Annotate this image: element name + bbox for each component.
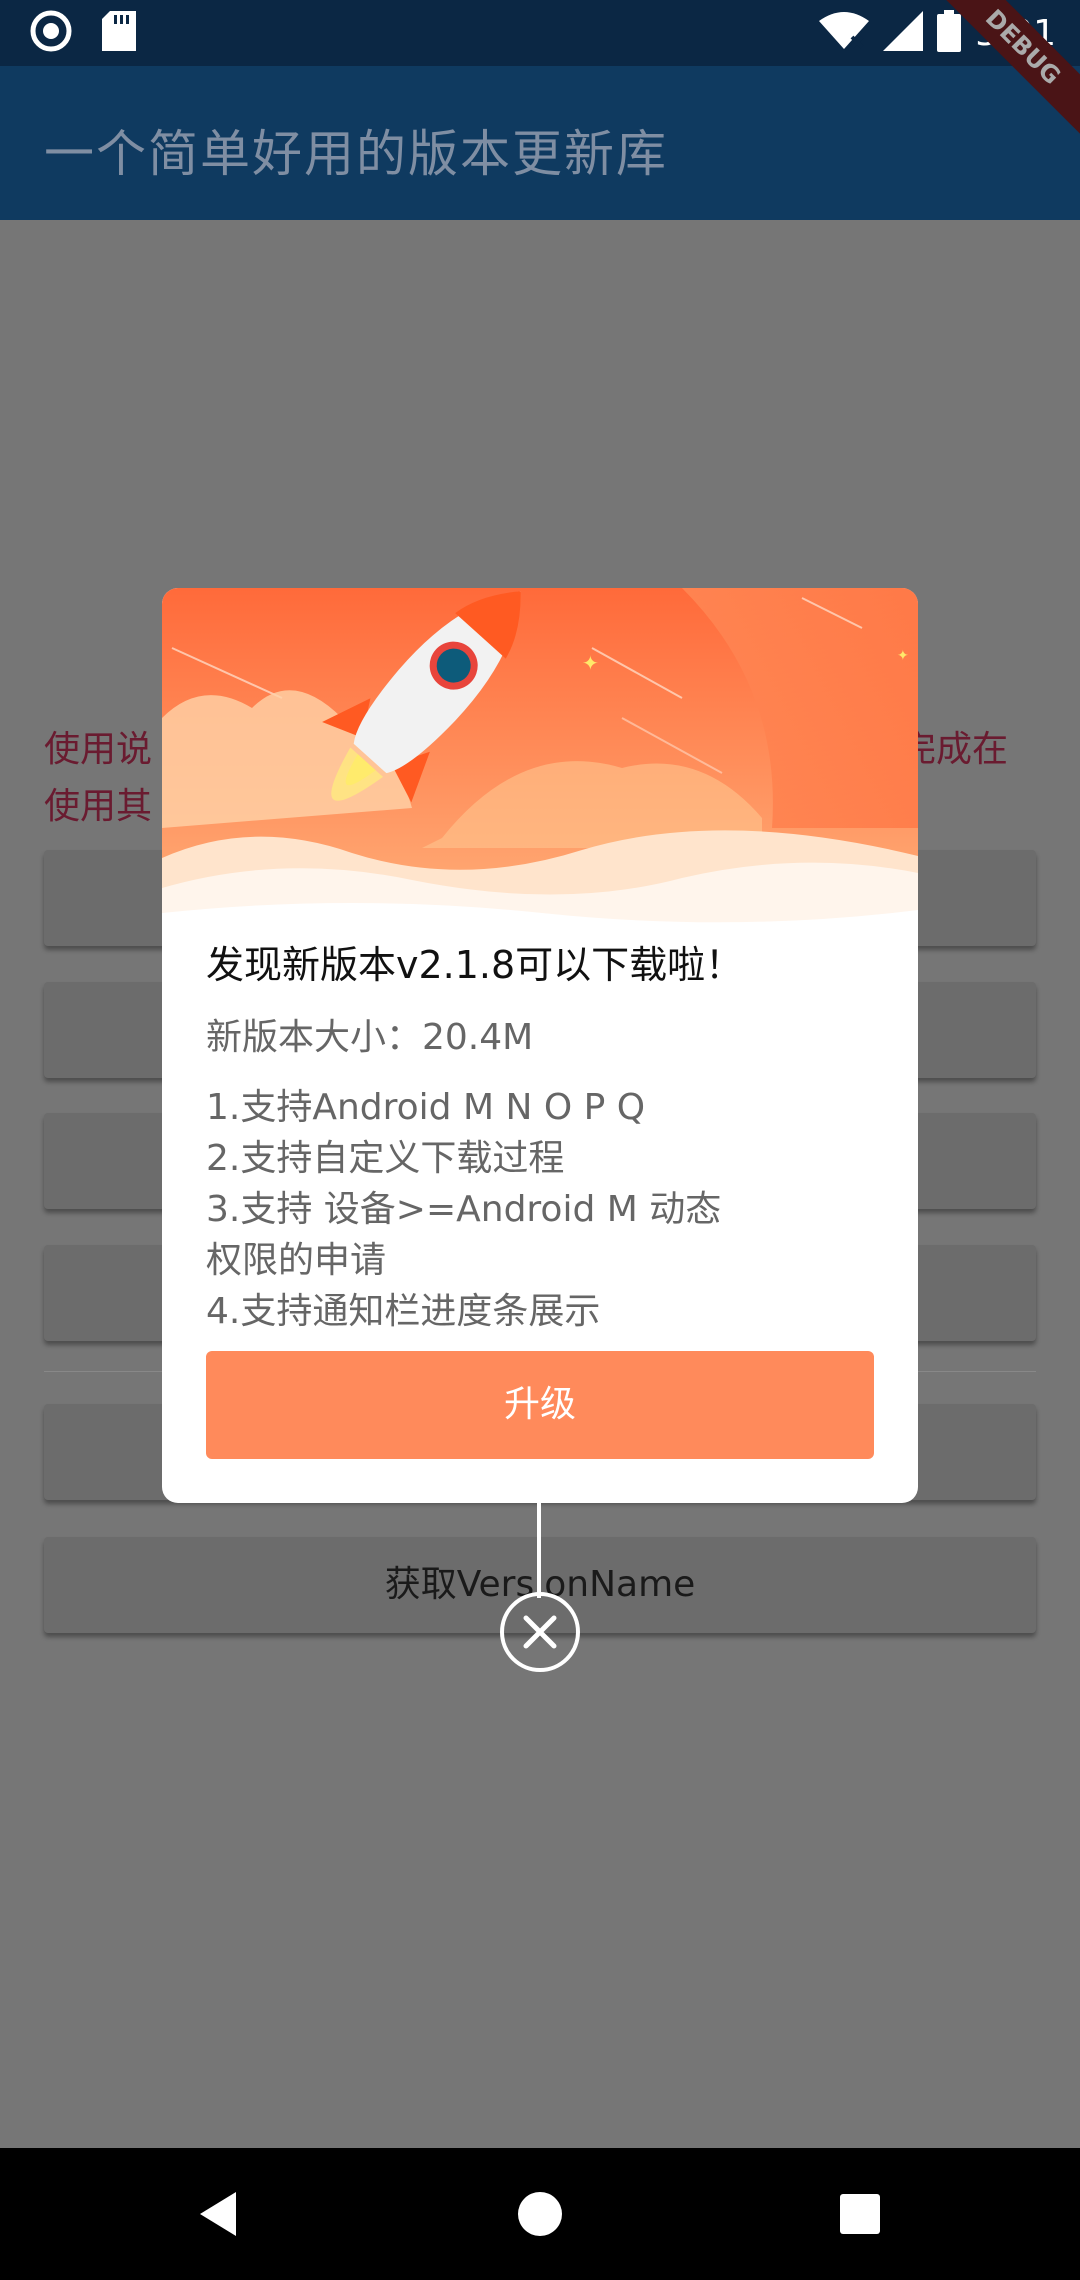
battery-icon [937, 10, 962, 56]
close-connector-line [537, 1502, 541, 1598]
update-note: 权限的申请 [206, 1240, 387, 1281]
wifi-icon [819, 11, 870, 55]
status-bar: 5:01 [0, 0, 1080, 66]
close-icon [500, 1592, 580, 1672]
usage-text-line1-left: 使用说 [44, 729, 153, 770]
update-note: 3.支持 设备>=Android M 动态 [206, 1189, 722, 1230]
update-note: 1.支持Android M N O P Q [206, 1087, 646, 1128]
app-title: 一个简单好用的版本更新库 [44, 125, 668, 183]
close-dialog-button[interactable] [498, 1590, 582, 1674]
dialog-title: 发现新版本v2.1.8可以下载啦！ [206, 943, 744, 987]
upgrade-button[interactable]: 升级 [206, 1351, 874, 1459]
update-notes: 1.支持Android M N O P Q 2.支持自定义下载过程 3.支持 设… [206, 1082, 746, 1337]
sd-card-icon [102, 11, 136, 55]
rocket-header-illustration: ✦ ✦ [162, 588, 918, 928]
record-icon [30, 10, 72, 56]
back-button[interactable] [192, 2186, 248, 2242]
navigation-bar [0, 2148, 1080, 2280]
back-icon [200, 2192, 236, 2236]
update-note: 4.支持通知栏进度条展示 [206, 1291, 601, 1332]
home-icon [518, 2192, 562, 2236]
recents-icon [840, 2194, 880, 2234]
signal-icon [883, 11, 924, 55]
update-dialog: ✦ ✦ 发现新版本v2.1.8可以下载啦！ 新版本大小：20.4M 1.支持An… [162, 588, 918, 1503]
recents-button[interactable] [832, 2186, 888, 2242]
svg-text:✦: ✦ [582, 651, 599, 675]
version-size-text: 新版本大小：20.4M [206, 1017, 534, 1058]
svg-text:✦: ✦ [897, 648, 909, 664]
home-button[interactable] [512, 2186, 568, 2242]
update-note: 2.支持自定义下载过程 [206, 1138, 565, 1179]
usage-text-line2-left: 使用其 [44, 786, 153, 827]
app-bar: 一个简单好用的版本更新库 [0, 66, 1080, 220]
